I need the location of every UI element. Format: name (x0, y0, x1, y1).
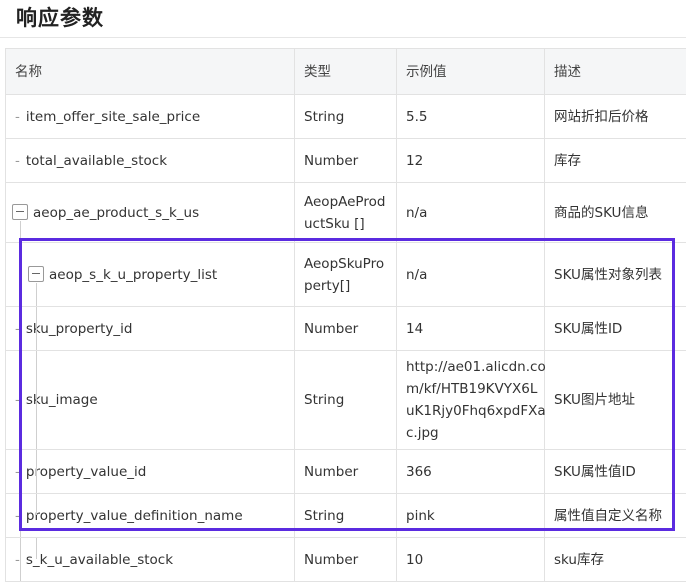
param-type: Number (295, 538, 397, 582)
param-type-line: AeopSkuPro (304, 253, 387, 275)
tree-connector (20, 221, 21, 242)
table-row: -property_value_definition_name String p… (6, 494, 686, 538)
tree-dash-icon: - (15, 106, 20, 128)
table-header-row: 名称 类型 示例值 描述 (6, 49, 686, 95)
param-name: total_available_stock (26, 153, 167, 169)
tree-connector (36, 494, 37, 515)
param-type: AeopSkuProperty[] (295, 243, 397, 307)
tree-connector (36, 450, 37, 493)
tree-connector (20, 351, 21, 449)
param-name: item_offer_site_sale_price (26, 109, 200, 125)
param-type: Number (295, 450, 397, 494)
table-row: -item_offer_site_sale_price String 5.5 网… (6, 95, 686, 139)
title-divider (0, 37, 686, 38)
table-row: -total_available_stock Number 12 库存 (6, 139, 686, 183)
tree-connector (20, 450, 21, 493)
param-type: Number (295, 307, 397, 351)
param-example: 5.5 (397, 95, 545, 139)
col-header-example: 示例值 (397, 49, 545, 95)
param-name-cell: aeop_s_k_u_property_list (6, 243, 295, 307)
col-header-description: 描述 (545, 49, 686, 95)
param-type-line: AeopAeProd (304, 191, 387, 213)
table-row: -s_k_u_available_stock Number 10 sku库存 (6, 538, 686, 582)
param-example: pink (397, 494, 545, 538)
param-example-line: http://ae01.alicdn.co (406, 356, 535, 378)
param-name: sku_property_id (26, 321, 133, 337)
table-row: aeop_s_k_u_property_list AeopSkuProperty… (6, 243, 686, 307)
param-description: 属性值自定义名称 (545, 494, 686, 538)
param-description: SKU属性对象列表 (545, 243, 686, 307)
table-row: -sku_image String http://ae01.alicdn.co … (6, 351, 686, 450)
table-row: -property_value_id Number 366 SKU属性值ID (6, 450, 686, 494)
param-example: 14 (397, 307, 545, 351)
param-type: String (295, 494, 397, 538)
page-title: 响应参数 (16, 2, 104, 32)
tree-connector (20, 538, 21, 581)
param-name: aeop_ae_product_s_k_us (33, 205, 199, 221)
param-name-cell: -sku_property_id (6, 307, 295, 351)
param-description: SKU属性值ID (545, 450, 686, 494)
tree-connector (20, 243, 21, 306)
param-example: n/a (397, 243, 545, 307)
param-description: SKU属性ID (545, 307, 686, 351)
param-example: n/a (397, 183, 545, 243)
param-type-line: perty[] (304, 275, 387, 297)
param-name-cell: -property_value_definition_name (6, 494, 295, 538)
param-type: Number (295, 139, 397, 183)
tree-connector (20, 307, 21, 350)
param-example-line: uK1Rjy0Fhq6xpdFXa (406, 400, 535, 422)
collapse-toggle-icon[interactable] (12, 204, 28, 220)
param-name-cell: aeop_ae_product_s_k_us (6, 183, 295, 243)
param-example-line: c.jpg (406, 422, 535, 444)
param-type: String (295, 351, 397, 450)
param-example: 366 (397, 450, 545, 494)
tree-connector (36, 538, 37, 559)
tree-dash-icon: - (15, 150, 20, 172)
param-name-cell: -s_k_u_available_stock (6, 538, 295, 582)
param-example: 12 (397, 139, 545, 183)
response-params-table: 名称 类型 示例值 描述 -item_offer_site_sale_price… (5, 48, 686, 582)
param-example: 10 (397, 538, 545, 582)
param-description: 库存 (545, 139, 686, 183)
param-name: s_k_u_available_stock (26, 552, 173, 568)
param-description: 网站折扣后价格 (545, 95, 686, 139)
param-name-cell: -sku_image (6, 351, 295, 450)
tree-connector (20, 494, 21, 537)
param-name-cell: -item_offer_site_sale_price (6, 95, 295, 139)
table-row: aeop_ae_product_s_k_us AeopAeProductSku … (6, 183, 686, 243)
col-header-name: 名称 (6, 49, 295, 95)
param-description: sku库存 (545, 538, 686, 582)
collapse-toggle-icon[interactable] (28, 266, 44, 282)
param-name: property_value_id (26, 464, 147, 480)
col-header-type: 类型 (295, 49, 397, 95)
param-description: SKU图片地址 (545, 351, 686, 450)
param-type-line: uctSku [] (304, 213, 387, 235)
param-example-line: m/kf/HTB19KVYX6L (406, 378, 535, 400)
param-example: http://ae01.alicdn.co m/kf/HTB19KVYX6L u… (397, 351, 545, 450)
tree-connector (36, 283, 37, 306)
param-type: AeopAeProductSku [] (295, 183, 397, 243)
param-description: 商品的SKU信息 (545, 183, 686, 243)
param-name-cell: -property_value_id (6, 450, 295, 494)
param-type: String (295, 95, 397, 139)
param-name: aeop_s_k_u_property_list (49, 267, 217, 283)
param-name: property_value_definition_name (26, 508, 243, 524)
param-name-cell: -total_available_stock (6, 139, 295, 183)
tree-connector (36, 307, 37, 350)
tree-connector (36, 351, 37, 449)
table-row: -sku_property_id Number 14 SKU属性ID (6, 307, 686, 351)
